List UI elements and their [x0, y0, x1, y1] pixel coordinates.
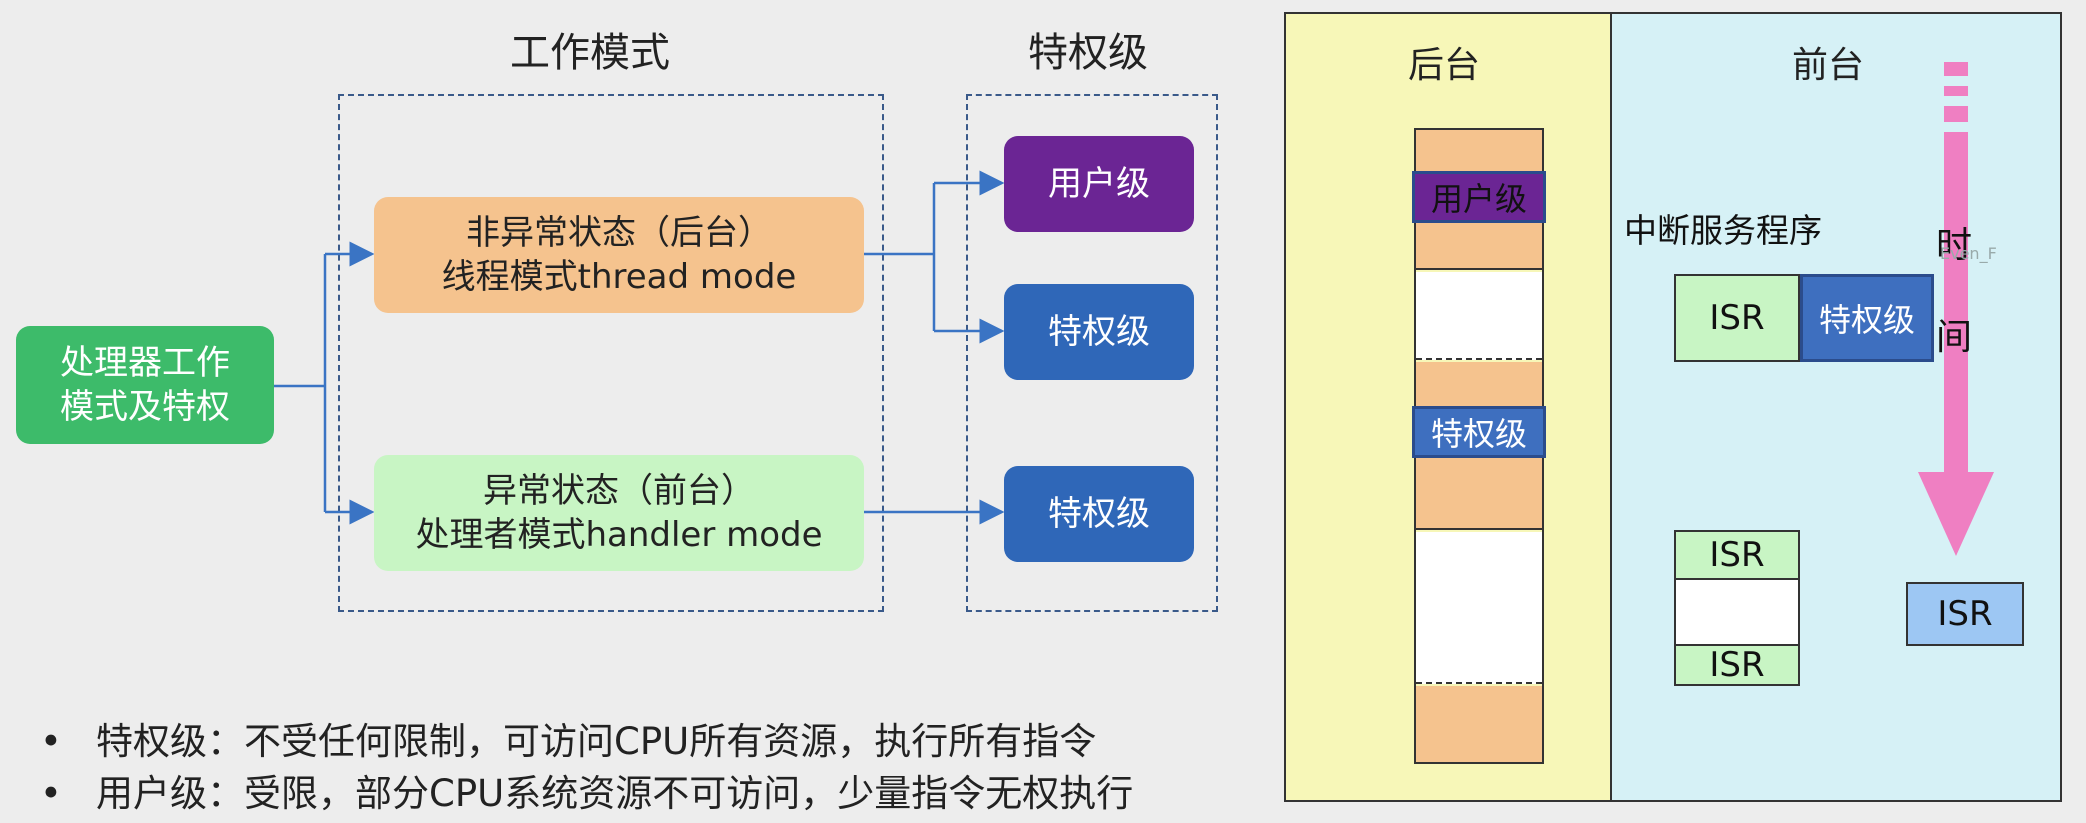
time-label-char-2: 间	[1936, 317, 1973, 358]
watermark: Even_F	[1940, 244, 1997, 263]
time-arrow	[1918, 62, 1994, 556]
